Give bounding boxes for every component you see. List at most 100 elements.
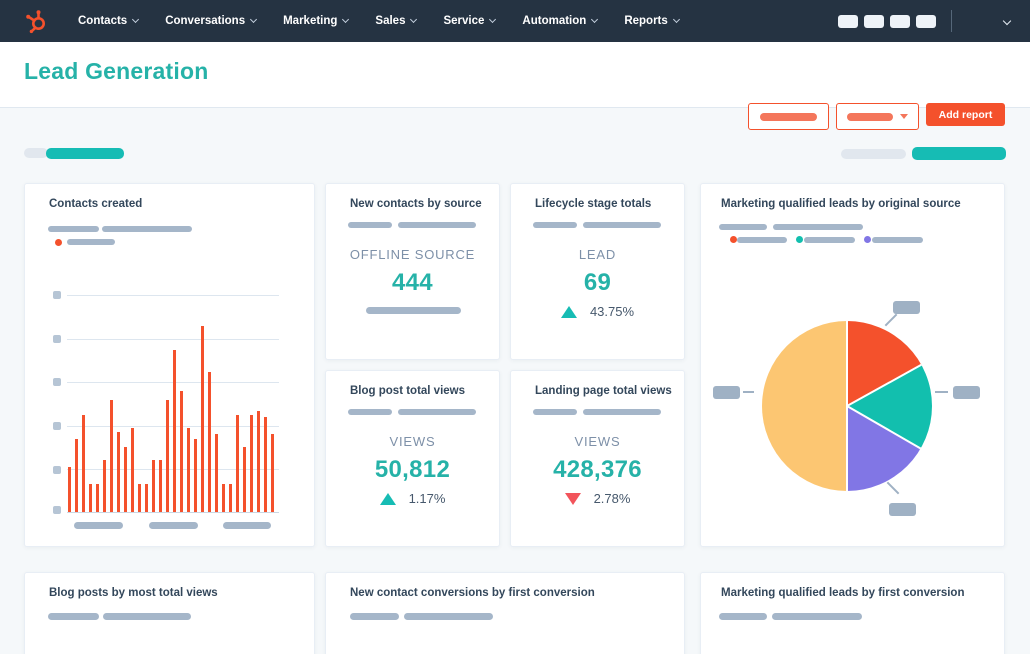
add-report-button[interactable]: Add report <box>926 103 1005 126</box>
skeleton-pill <box>48 226 99 232</box>
delta-row: 1.17% <box>326 491 499 506</box>
delta-row: 43.75% <box>511 304 684 319</box>
y-tick-skeleton <box>53 506 61 514</box>
chevron-down-icon <box>672 15 680 24</box>
filter-toggle-left[interactable] <box>46 148 124 159</box>
nav-icon-placeholder-3[interactable] <box>890 14 910 28</box>
metric-value: 444 <box>392 269 433 296</box>
legend-skeleton-pill <box>804 237 855 243</box>
skeleton-pill <box>760 112 817 121</box>
nav-item-marketing[interactable]: Marketing <box>283 15 350 27</box>
card-new-contacts-by-source: New contacts by source OFFLINE SOURCE 44… <box>325 183 500 360</box>
metric-label: OFFLINE SOURCE <box>349 247 476 262</box>
nav-item-conversations[interactable]: Conversations <box>165 15 258 27</box>
nav-icon-placeholder-2[interactable] <box>864 14 884 28</box>
card-contacts-created: Contacts created <box>24 183 315 547</box>
y-tick-skeleton <box>53 291 61 299</box>
bar <box>151 460 156 512</box>
dashboard-action-button-1[interactable] <box>748 103 829 130</box>
bar-series <box>68 294 280 512</box>
bar <box>228 483 233 512</box>
skeleton-pill <box>348 409 392 415</box>
nav-item-label: Service <box>443 15 485 27</box>
nav-item-contacts[interactable]: Contacts <box>78 15 140 27</box>
nav-icon-placeholder-1[interactable] <box>838 14 858 28</box>
account-chevron-down-icon[interactable] <box>1002 16 1012 26</box>
bar <box>123 447 128 512</box>
pie-slice-divider <box>846 321 848 406</box>
y-tick-skeleton <box>53 466 61 474</box>
nav-item-service[interactable]: Service <box>443 15 497 27</box>
filter-toggle-right[interactable] <box>912 147 1006 160</box>
bar <box>137 483 142 512</box>
bar <box>130 427 135 512</box>
contacts-created-bar-chart[interactable] <box>67 295 279 513</box>
card-title: Landing page total views <box>535 385 672 397</box>
chevron-down-icon <box>132 15 140 24</box>
card-new-contact-conversions: New contact conversions by first convers… <box>325 572 685 654</box>
bar <box>270 434 274 512</box>
skeleton-pill <box>366 307 461 314</box>
pie-slice-divider <box>846 363 922 407</box>
chevron-down-icon <box>342 15 350 24</box>
skeleton-pill <box>48 613 99 620</box>
nav-item-label: Contacts <box>78 15 128 27</box>
skeleton-pill <box>772 613 862 620</box>
nav-utility-area <box>832 10 1030 32</box>
nav-icon-placeholder-4[interactable] <box>916 14 936 28</box>
hubspot-logo-icon[interactable] <box>24 8 50 34</box>
pie-slice-divider <box>846 406 848 491</box>
callout-connector <box>743 391 754 393</box>
delta-value: 2.78% <box>593 491 631 506</box>
bar <box>95 483 100 512</box>
card-title: Lifecycle stage totals <box>535 198 652 210</box>
card-landing-page-total-views: Landing page total views VIEWS 428,376 2… <box>510 370 685 547</box>
legend-skeleton-pill <box>872 237 923 243</box>
chevron-down-icon <box>410 15 418 24</box>
card-lifecycle-stage-totals: Lifecycle stage totals LEAD 69 43.75% <box>510 183 685 360</box>
bar <box>249 414 253 512</box>
bar <box>179 391 184 512</box>
skeleton-pill <box>583 222 661 228</box>
nav-item-sales[interactable]: Sales <box>375 15 418 27</box>
bar <box>109 399 114 512</box>
pie-callout-skeleton-left <box>713 386 740 399</box>
metric-value: 69 <box>583 269 612 296</box>
x-label-skeleton <box>223 522 271 529</box>
y-tick-skeleton <box>53 422 61 430</box>
nav-item-reports[interactable]: Reports <box>624 15 680 27</box>
filter-label-skeleton-right <box>841 149 906 159</box>
nav-divider <box>951 10 952 32</box>
mql-pie-chart[interactable] <box>762 321 932 491</box>
nav-item-label: Marketing <box>283 15 338 27</box>
nav-item-automation[interactable]: Automation <box>522 15 599 27</box>
skeleton-pill <box>103 613 191 620</box>
trend-up-icon <box>379 492 396 505</box>
delta-row: 2.78% <box>511 491 684 506</box>
page-header: Lead Generation Add report <box>0 42 1030 130</box>
skeleton-pill <box>350 613 399 620</box>
bar <box>256 410 260 512</box>
skeleton-pill <box>398 409 476 415</box>
y-tick-skeleton <box>53 335 61 343</box>
callout-connector <box>884 313 898 327</box>
bar <box>102 460 107 512</box>
card-mql-by-first-conversion: Marketing qualified leads by first conve… <box>700 572 1005 654</box>
card-title: Marketing qualified leads by first conve… <box>721 587 965 599</box>
legend-dot-purple <box>864 236 871 243</box>
bar <box>214 434 219 512</box>
trend-up-icon <box>560 305 577 318</box>
skeleton-pill <box>348 222 392 228</box>
legend-skeleton-pill <box>737 237 787 243</box>
delta-value: 43.75% <box>589 304 635 319</box>
nav-item-label: Automation <box>522 15 587 27</box>
skeleton-pill <box>847 112 893 121</box>
bar <box>186 427 191 512</box>
top-nav: Contacts Conversations Marketing Sales S… <box>0 0 1030 42</box>
dashboard-action-dropdown[interactable] <box>836 103 919 130</box>
bar <box>172 350 177 512</box>
card-title: Blog post total views <box>350 385 466 397</box>
y-tick-skeleton <box>53 378 61 386</box>
callout-connector <box>886 481 900 495</box>
skeleton-pill <box>533 222 577 228</box>
